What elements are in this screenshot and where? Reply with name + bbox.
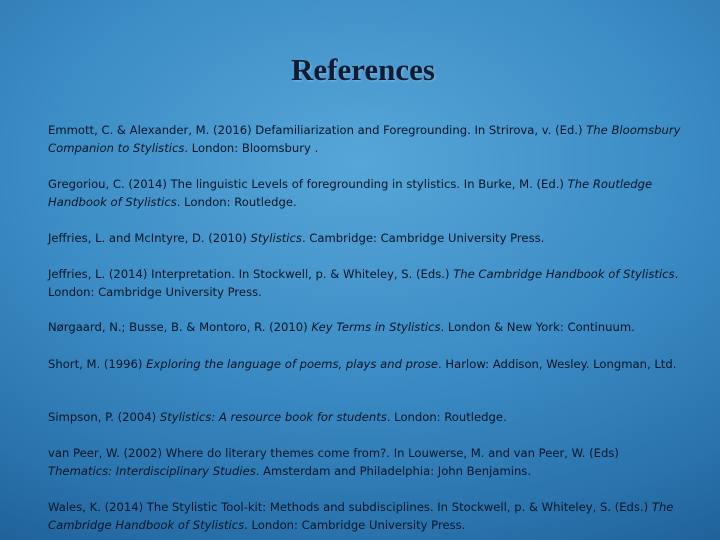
reference-text: Jeffries, L. and McIntyre, D. (2010) — [48, 231, 251, 245]
reference-text: Simpson, P. (2004) — [48, 410, 160, 424]
reference-text: . London: Routledge. — [386, 410, 507, 424]
reference-title: Exploring the language of poems, plays a… — [146, 357, 439, 371]
reference-text: van Peer, W. (2002) Where do literary th… — [48, 446, 619, 460]
slide-title: References — [290, 52, 435, 87]
reference-item: Emmott, C. & Alexander, M. (2016) Defami… — [48, 121, 684, 157]
reference-title: Key Terms in Stylistics — [311, 320, 441, 334]
reference-title: The Cambridge Handbook of Stylistics — [453, 267, 675, 281]
reference-title: Stylistics: A resource book for students — [159, 410, 387, 424]
reference-item: Jeffries, L. and McIntyre, D. (2010) Sty… — [48, 229, 684, 247]
reference-item: van Peer, W. (2002) Where do literary th… — [48, 444, 684, 480]
reference-text: . Cambridge: Cambridge University Press. — [301, 231, 545, 245]
reference-title: Thematics: Interdisciplinary Studies — [48, 464, 256, 478]
reference-item: Simpson, P. (2004) Stylistics: A resourc… — [48, 408, 684, 426]
reference-item: Short, M. (1996) Exploring the language … — [48, 355, 684, 373]
reference-text: Emmott, C. & Alexander, M. (2016) Defami… — [48, 123, 587, 137]
slide: References Emmott, C. & Alexander, M. (2… — [0, 0, 720, 540]
reference-text: . London: Routledge. — [176, 195, 297, 209]
reference-item: Nørgaard, N.; Busse, B. & Montoro, R. (2… — [48, 318, 684, 336]
reference-text: . Amsterdam and Philadelphia: John Benja… — [255, 464, 532, 478]
reference-text: Nørgaard, N.; Busse, B. & Montoro, R. (2… — [48, 320, 312, 334]
reference-item: Wales, K. (2014) The Stylistic Tool-kit:… — [48, 498, 684, 534]
reference-title: Stylistics — [250, 231, 302, 245]
reference-text: . Harlow: Addison, Wesley. Longman, Ltd. — [438, 357, 677, 371]
reference-text: Jeffries, L. (2014) Interpretation. In S… — [48, 267, 454, 281]
reference-text: Gregoriou, C. (2014) The linguistic Leve… — [48, 177, 568, 191]
reference-text: Wales, K. (2014) The Stylistic Tool-kit:… — [48, 500, 652, 514]
reference-text: Short, M. (1996) — [48, 357, 147, 371]
reference-text: . London: Cambridge University Press. — [244, 518, 466, 532]
reference-text: . London: Bloomsbury . — [184, 141, 319, 155]
reference-item: Jeffries, L. (2014) Interpretation. In S… — [48, 265, 684, 301]
reference-item: Gregoriou, C. (2014) The linguistic Leve… — [48, 175, 684, 211]
reference-text: . London & New York: Continuum. — [440, 320, 635, 334]
